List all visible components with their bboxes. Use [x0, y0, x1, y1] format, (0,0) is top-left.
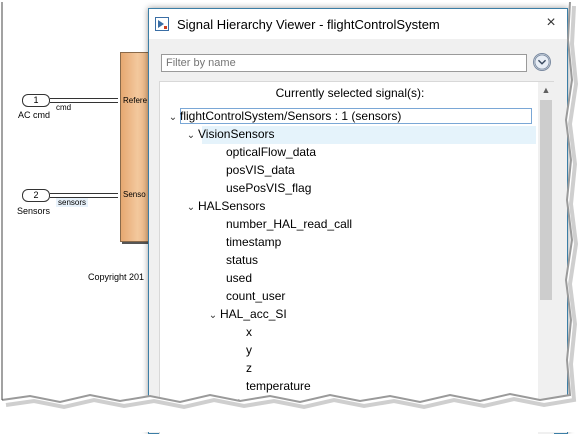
torn-edge-frame	[0, 0, 584, 432]
